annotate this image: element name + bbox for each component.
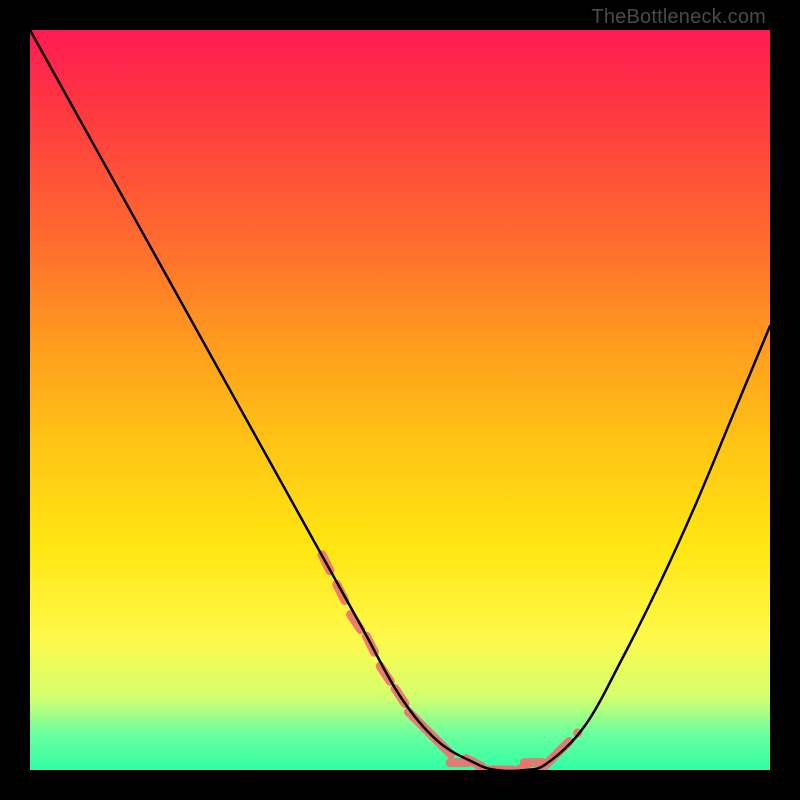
chart-svg <box>30 30 770 770</box>
highlight-markers <box>322 555 578 770</box>
bottleneck-curve <box>30 30 770 770</box>
watermark-text: TheBottleneck.com <box>591 6 766 29</box>
chart-area <box>30 30 770 770</box>
